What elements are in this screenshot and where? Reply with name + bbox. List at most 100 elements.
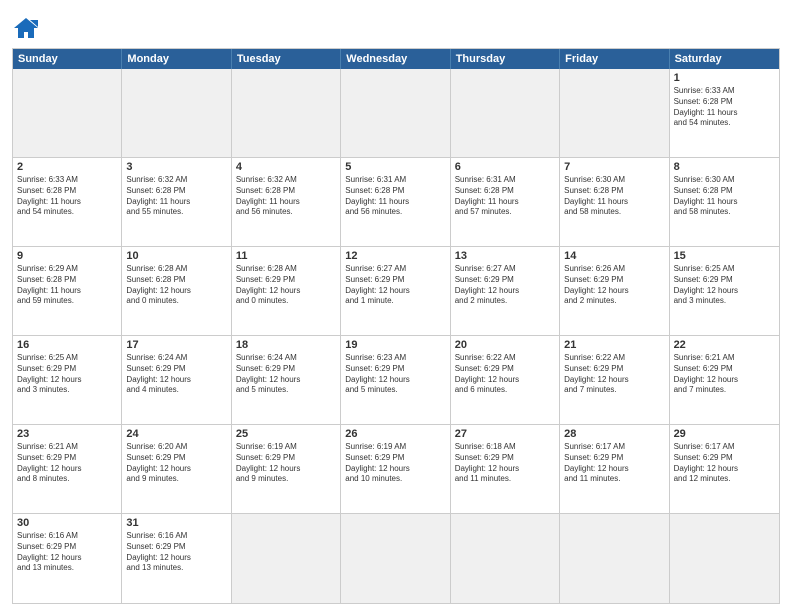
- cal-cell: 21Sunrise: 6:22 AM Sunset: 6:29 PM Dayli…: [560, 336, 669, 424]
- day-number: 10: [126, 250, 226, 262]
- day-number: 14: [564, 250, 664, 262]
- day-number: 29: [674, 428, 775, 440]
- day-content: Sunrise: 6:18 AM Sunset: 6:29 PM Dayligh…: [455, 442, 555, 485]
- week-row-5: 30 Sunrise: 6:16 AM Sunset: 6:29 PM Dayli…: [13, 514, 779, 603]
- cal-cell: 16Sunrise: 6:25 AM Sunset: 6:29 PM Dayli…: [13, 336, 122, 424]
- day-number: 31: [126, 517, 226, 529]
- day-content: Sunrise: 6:17 AM Sunset: 6:29 PM Dayligh…: [564, 442, 664, 485]
- day-content: Sunrise: 6:27 AM Sunset: 6:29 PM Dayligh…: [455, 264, 555, 307]
- day-number: 15: [674, 250, 775, 262]
- day-content: Sunrise: 6:32 AM Sunset: 6:28 PM Dayligh…: [126, 175, 226, 218]
- cal-cell: 2Sunrise: 6:33 AM Sunset: 6:28 PM Daylig…: [13, 158, 122, 246]
- day-content: Sunrise: 6:21 AM Sunset: 6:29 PM Dayligh…: [17, 442, 117, 485]
- cal-cell: [341, 514, 450, 603]
- cal-cell: 1 Sunrise: 6:33 AM Sunset: 6:28 PM Daylig…: [670, 69, 779, 157]
- day-content: Sunrise: 6:32 AM Sunset: 6:28 PM Dayligh…: [236, 175, 336, 218]
- cal-cell: 20Sunrise: 6:22 AM Sunset: 6:29 PM Dayli…: [451, 336, 560, 424]
- cal-cell: 8 Sunrise: 6:30 AM Sunset: 6:28 PM Daylig…: [670, 158, 779, 246]
- day-number: 18: [236, 339, 336, 351]
- day-number: 20: [455, 339, 555, 351]
- cal-cell: 13 Sunrise: 6:27 AM Sunset: 6:29 PM Dayli…: [451, 247, 560, 335]
- weekday-header-saturday: Saturday: [670, 49, 779, 69]
- cal-cell: 27 Sunrise: 6:18 AM Sunset: 6:29 PM Dayli…: [451, 425, 560, 513]
- day-number: 28: [564, 428, 664, 440]
- cal-cell: 24Sunrise: 6:20 AM Sunset: 6:29 PM Dayli…: [122, 425, 231, 513]
- cal-cell: [451, 69, 560, 157]
- day-number: 26: [345, 428, 445, 440]
- week-row-4: 23 Sunrise: 6:21 AM Sunset: 6:29 PM Dayli…: [13, 425, 779, 514]
- cal-cell: [670, 514, 779, 603]
- day-content: Sunrise: 6:29 AM Sunset: 6:28 PM Dayligh…: [17, 264, 117, 307]
- day-content: Sunrise: 6:31 AM Sunset: 6:28 PM Dayligh…: [455, 175, 555, 218]
- cal-cell: [560, 514, 669, 603]
- day-number: 1: [674, 72, 775, 84]
- cal-cell: 10 Sunrise: 6:28 AM Sunset: 6:28 PM Dayli…: [122, 247, 231, 335]
- day-content: Sunrise: 6:22 AM Sunset: 6:29 PM Dayligh…: [564, 353, 664, 396]
- cal-cell: [341, 69, 450, 157]
- cal-cell: 26 Sunrise: 6:19 AM Sunset: 6:29 PM Dayli…: [341, 425, 450, 513]
- logo-icon: [12, 14, 40, 42]
- day-content: Sunrise: 6:19 AM Sunset: 6:29 PM Dayligh…: [345, 442, 445, 485]
- day-content: Sunrise: 6:25 AM Sunset: 6:29 PM Dayligh…: [17, 353, 117, 396]
- weekday-header-wednesday: Wednesday: [341, 49, 450, 69]
- weekday-header-thursday: Thursday: [451, 49, 560, 69]
- cal-cell: [13, 69, 122, 157]
- header: [12, 10, 780, 42]
- calendar-page: SundayMondayTuesdayWednesdayThursdayFrid…: [0, 0, 792, 612]
- weekday-header-tuesday: Tuesday: [232, 49, 341, 69]
- day-content: Sunrise: 6:28 AM Sunset: 6:28 PM Dayligh…: [126, 264, 226, 307]
- cal-cell: [560, 69, 669, 157]
- day-number: 3: [126, 161, 226, 173]
- day-content: Sunrise: 6:16 AM Sunset: 6:29 PM Dayligh…: [126, 531, 226, 574]
- day-number: 5: [345, 161, 445, 173]
- day-content: Sunrise: 6:31 AM Sunset: 6:28 PM Dayligh…: [345, 175, 445, 218]
- cal-cell: 18 Sunrise: 6:24 AM Sunset: 6:29 PM Dayli…: [232, 336, 341, 424]
- day-content: Sunrise: 6:25 AM Sunset: 6:29 PM Dayligh…: [674, 264, 775, 307]
- day-content: Sunrise: 6:33 AM Sunset: 6:28 PM Dayligh…: [674, 86, 775, 129]
- cal-cell: 7 Sunrise: 6:30 AM Sunset: 6:28 PM Daylig…: [560, 158, 669, 246]
- day-number: 23: [17, 428, 117, 440]
- day-content: Sunrise: 6:23 AM Sunset: 6:29 PM Dayligh…: [345, 353, 445, 396]
- week-row-1: 2Sunrise: 6:33 AM Sunset: 6:28 PM Daylig…: [13, 158, 779, 247]
- cal-cell: 11 Sunrise: 6:28 AM Sunset: 6:29 PM Dayli…: [232, 247, 341, 335]
- day-number: 17: [126, 339, 226, 351]
- day-number: 6: [455, 161, 555, 173]
- day-number: 13: [455, 250, 555, 262]
- cal-cell: 9Sunrise: 6:29 AM Sunset: 6:28 PM Daylig…: [13, 247, 122, 335]
- day-content: Sunrise: 6:20 AM Sunset: 6:29 PM Dayligh…: [126, 442, 226, 485]
- day-number: 7: [564, 161, 664, 173]
- calendar-header: SundayMondayTuesdayWednesdayThursdayFrid…: [13, 49, 779, 69]
- cal-cell: 28 Sunrise: 6:17 AM Sunset: 6:29 PM Dayli…: [560, 425, 669, 513]
- cal-cell: 30 Sunrise: 6:16 AM Sunset: 6:29 PM Dayli…: [13, 514, 122, 603]
- cal-cell: 31 Sunrise: 6:16 AM Sunset: 6:29 PM Dayli…: [122, 514, 231, 603]
- cal-cell: 25Sunrise: 6:19 AM Sunset: 6:29 PM Dayli…: [232, 425, 341, 513]
- cal-cell: 17 Sunrise: 6:24 AM Sunset: 6:29 PM Dayli…: [122, 336, 231, 424]
- day-number: 22: [674, 339, 775, 351]
- day-content: Sunrise: 6:30 AM Sunset: 6:28 PM Dayligh…: [564, 175, 664, 218]
- cal-cell: 5 Sunrise: 6:31 AM Sunset: 6:28 PM Daylig…: [341, 158, 450, 246]
- day-number: 19: [345, 339, 445, 351]
- day-content: Sunrise: 6:30 AM Sunset: 6:28 PM Dayligh…: [674, 175, 775, 218]
- cal-cell: 4Sunrise: 6:32 AM Sunset: 6:28 PM Daylig…: [232, 158, 341, 246]
- day-number: 12: [345, 250, 445, 262]
- day-content: Sunrise: 6:26 AM Sunset: 6:29 PM Dayligh…: [564, 264, 664, 307]
- day-number: 11: [236, 250, 336, 262]
- calendar: SundayMondayTuesdayWednesdayThursdayFrid…: [12, 48, 780, 604]
- cal-cell: [122, 69, 231, 157]
- week-row-2: 9Sunrise: 6:29 AM Sunset: 6:28 PM Daylig…: [13, 247, 779, 336]
- weekday-header-sunday: Sunday: [13, 49, 122, 69]
- day-content: Sunrise: 6:33 AM Sunset: 6:28 PM Dayligh…: [17, 175, 117, 218]
- weekday-header-monday: Monday: [122, 49, 231, 69]
- cal-cell: 29Sunrise: 6:17 AM Sunset: 6:29 PM Dayli…: [670, 425, 779, 513]
- day-content: Sunrise: 6:24 AM Sunset: 6:29 PM Dayligh…: [126, 353, 226, 396]
- day-number: 27: [455, 428, 555, 440]
- cal-cell: 3 Sunrise: 6:32 AM Sunset: 6:28 PM Daylig…: [122, 158, 231, 246]
- day-content: Sunrise: 6:28 AM Sunset: 6:29 PM Dayligh…: [236, 264, 336, 307]
- cal-cell: [451, 514, 560, 603]
- day-number: 8: [674, 161, 775, 173]
- day-number: 30: [17, 517, 117, 529]
- day-content: Sunrise: 6:16 AM Sunset: 6:29 PM Dayligh…: [17, 531, 117, 574]
- cal-cell: 22Sunrise: 6:21 AM Sunset: 6:29 PM Dayli…: [670, 336, 779, 424]
- cal-cell: 15 Sunrise: 6:25 AM Sunset: 6:29 PM Dayli…: [670, 247, 779, 335]
- day-content: Sunrise: 6:24 AM Sunset: 6:29 PM Dayligh…: [236, 353, 336, 396]
